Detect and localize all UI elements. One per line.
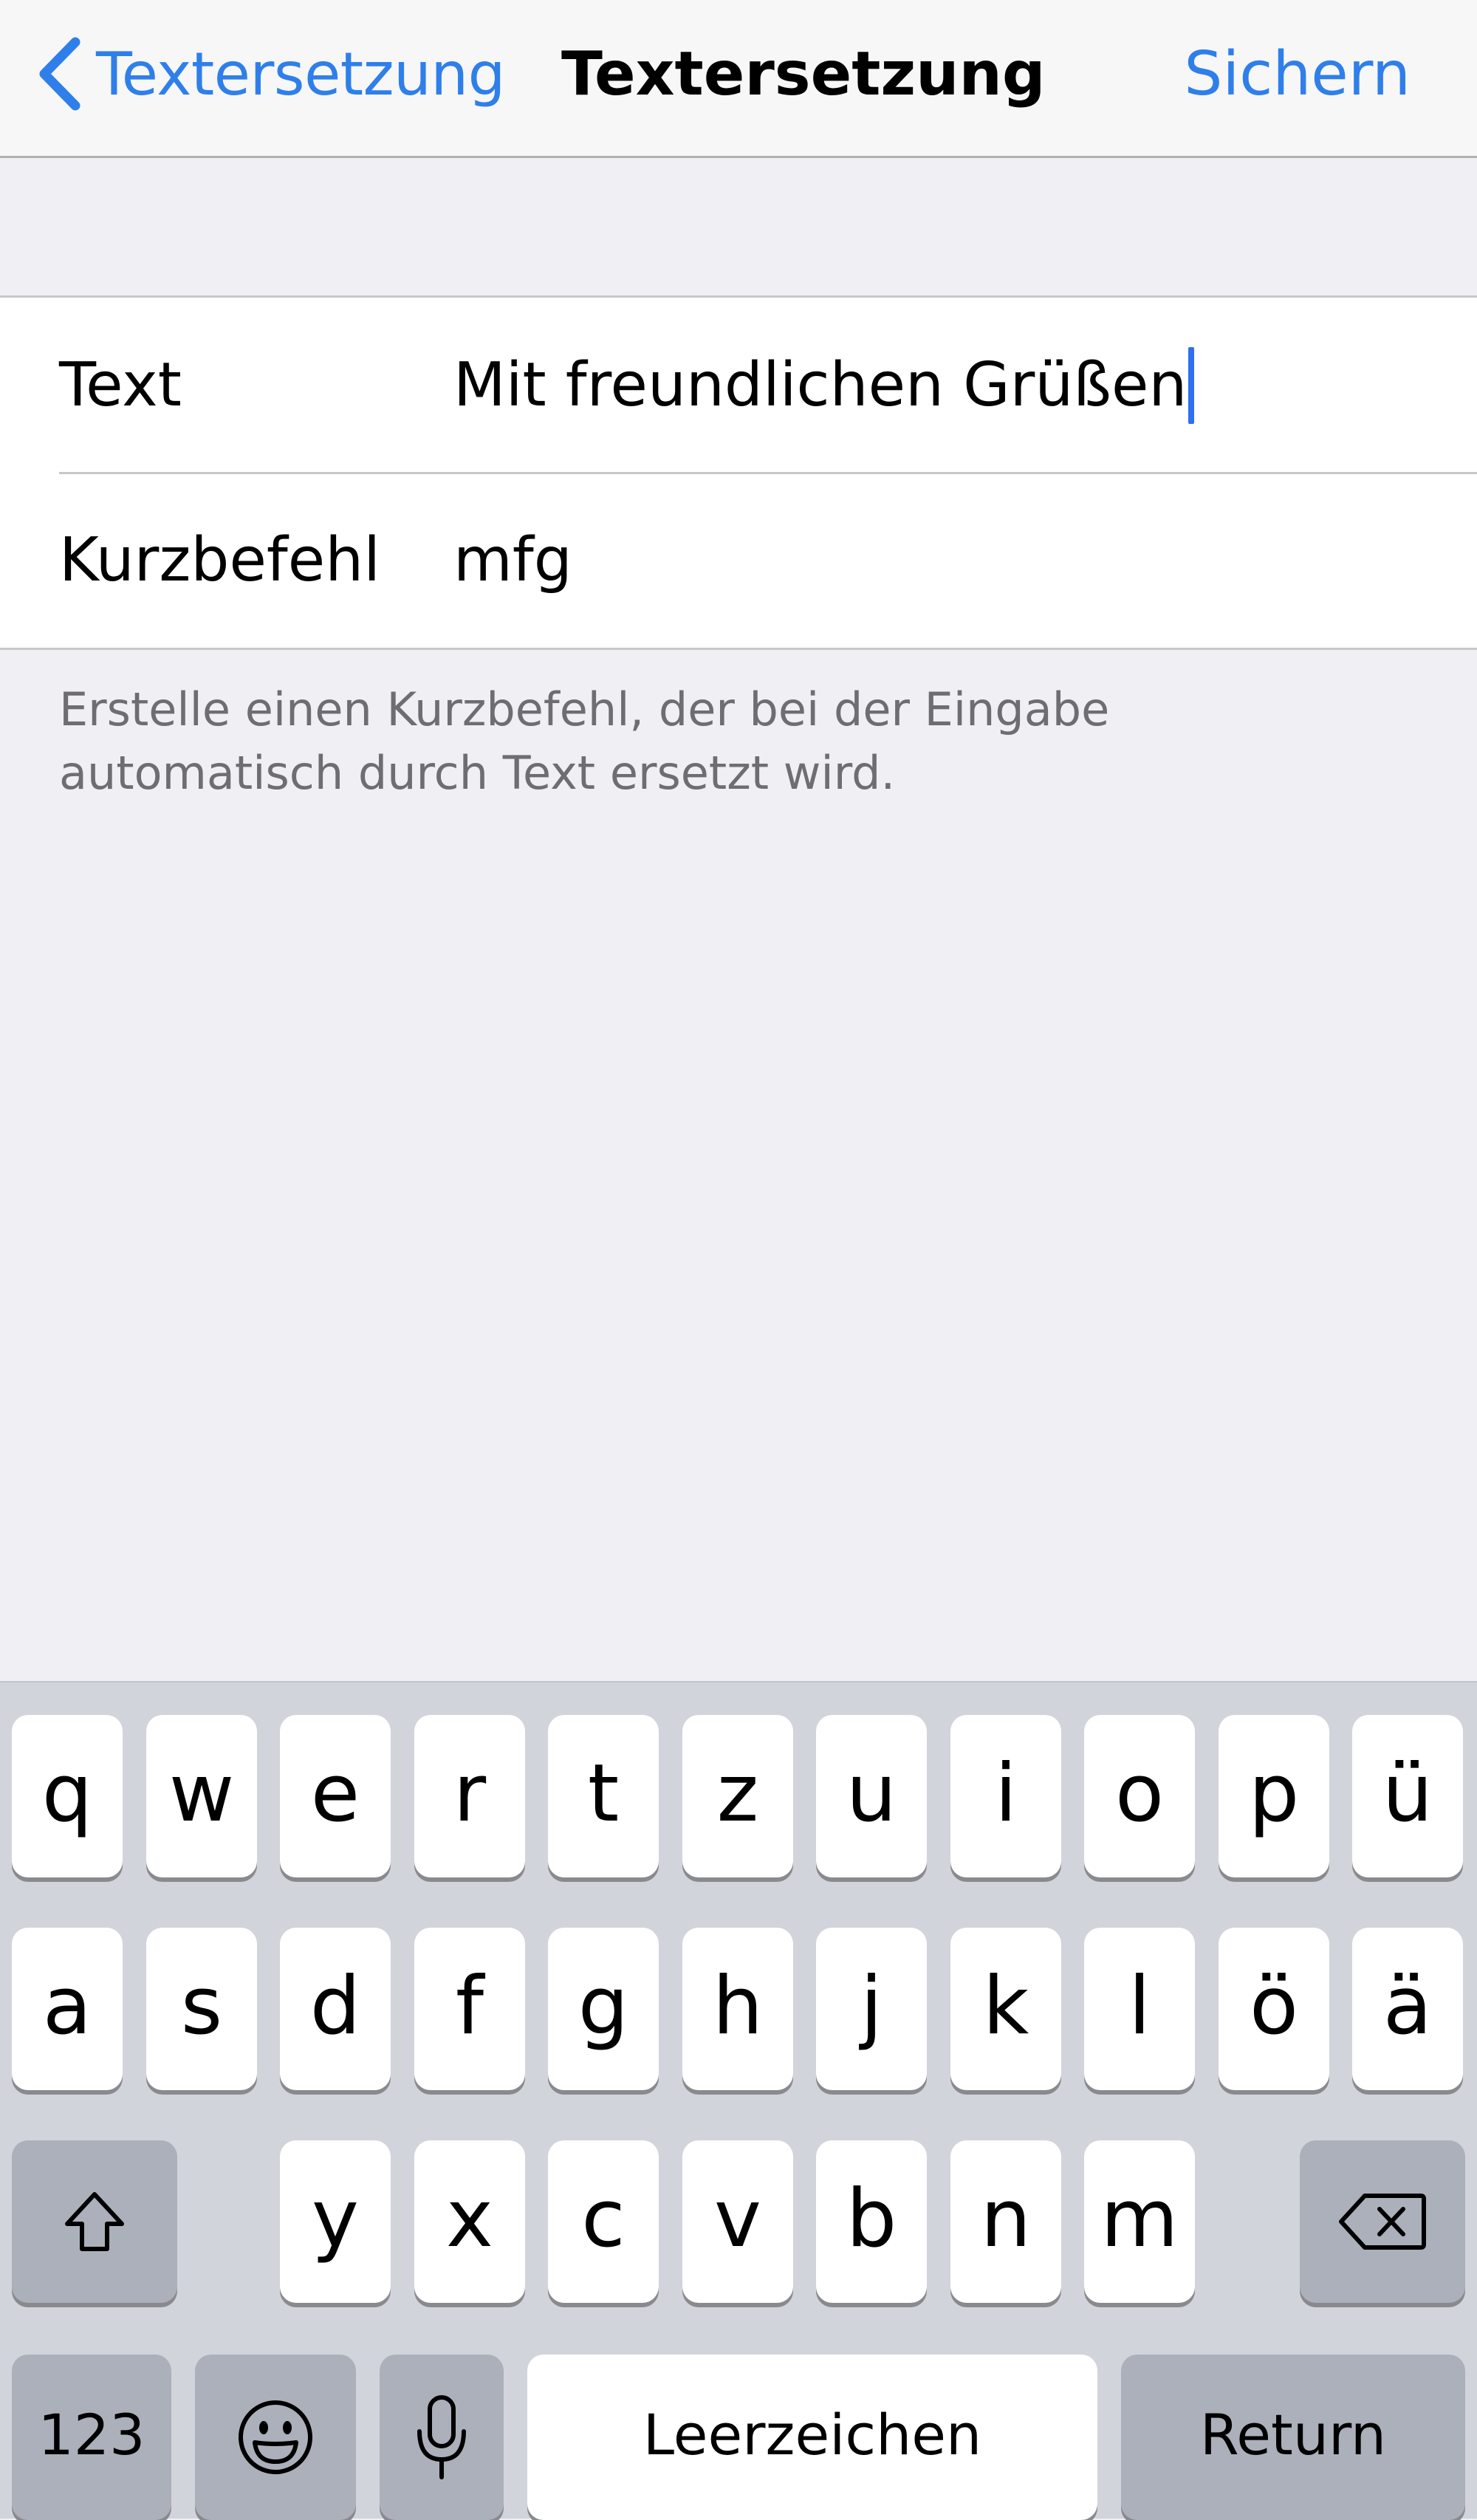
key-ö[interactable]: ö — [1219, 1928, 1329, 2090]
key-label: g — [578, 1959, 629, 2052]
return-key-label: Return — [1199, 2401, 1387, 2468]
chevron-left-icon — [39, 37, 80, 111]
save-button[interactable]: Sichern — [1184, 30, 1411, 118]
key-g[interactable]: g — [548, 1928, 659, 2090]
key-label: o — [1114, 1747, 1165, 1840]
key-label: s — [180, 1959, 223, 2052]
key-e[interactable]: e — [280, 1715, 391, 1877]
key-label: w — [168, 1747, 235, 1840]
key-label: t — [587, 1747, 620, 1840]
shortcut-row: Kurzbefehl mfg — [0, 473, 1477, 648]
key-o[interactable]: o — [1084, 1715, 1195, 1877]
key-h[interactable]: h — [682, 1928, 793, 2090]
key-label: ö — [1249, 1959, 1299, 2052]
back-button[interactable]: Textersetzung — [30, 30, 505, 118]
key-label: h — [712, 1959, 764, 2052]
space-key-label: Leerzeichen — [642, 2401, 982, 2468]
return-key[interactable]: Return — [1121, 2355, 1465, 2520]
back-button-label: Textersetzung — [96, 39, 505, 109]
shortcut-field[interactable]: mfg — [453, 473, 1447, 648]
key-d[interactable]: d — [280, 1928, 391, 2090]
form-footer-note: Erstelle einen Kurzbefehl, der bei der E… — [59, 682, 1110, 800]
numbers-key-label: 123 — [38, 2401, 145, 2468]
key-label: q — [41, 1747, 93, 1840]
key-label: b — [846, 2172, 897, 2265]
key-label: k — [982, 1959, 1029, 2052]
key-s[interactable]: s — [146, 1928, 257, 2090]
key-u[interactable]: u — [816, 1715, 927, 1877]
shift-icon — [65, 2192, 124, 2251]
key-label: n — [980, 2172, 1032, 2265]
keyboard: 123 Leerzeichen Return qwer t zu i opü asd f gh… — [0, 1681, 1477, 2520]
emoji-icon — [239, 2400, 312, 2474]
delete-key[interactable] — [1300, 2140, 1465, 2303]
key-label: j — [860, 1959, 883, 2052]
key-label: y — [312, 2172, 359, 2265]
key-label: a — [42, 1959, 92, 2052]
key-i[interactable]: i — [950, 1715, 1061, 1877]
key-label: ä — [1382, 1959, 1433, 2052]
key-k[interactable]: k — [950, 1928, 1061, 2090]
key-t[interactable]: t — [548, 1715, 659, 1877]
key-w[interactable]: w — [146, 1715, 257, 1877]
key-ä[interactable]: ä — [1352, 1928, 1463, 2090]
key-ü[interactable]: ü — [1352, 1715, 1463, 1877]
key-label: i — [994, 1747, 1017, 1840]
key-label: p — [1248, 1747, 1300, 1840]
navigation-bar: Textersetzung Textersetzung Sichern — [0, 0, 1477, 158]
replacement-form: Text Mit freundlichen Grüßen Kurzbefehl … — [0, 295, 1477, 650]
key-p[interactable]: p — [1219, 1715, 1329, 1877]
key-m[interactable]: m — [1084, 2140, 1195, 2303]
key-x[interactable]: x — [414, 2140, 525, 2303]
shortcut-label: Kurzbefehl — [59, 525, 380, 595]
text-label: Text — [59, 350, 182, 420]
key-label: d — [309, 1959, 361, 2052]
numbers-key[interactable]: 123 — [12, 2355, 171, 2520]
key-l[interactable]: l — [1084, 1928, 1195, 2090]
key-c[interactable]: c — [548, 2140, 659, 2303]
text-field[interactable]: Mit freundlichen Grüßen — [453, 298, 1447, 473]
key-r[interactable]: r — [414, 1715, 525, 1877]
key-z[interactable]: z — [682, 1715, 793, 1877]
space-key[interactable]: Leerzeichen — [527, 2355, 1097, 2520]
page-title: Textersetzung — [561, 38, 1046, 109]
text-field-value: Mit freundlichen Grüßen — [453, 350, 1188, 420]
microphone-icon — [417, 2395, 466, 2479]
key-label: c — [581, 2172, 626, 2265]
key-n[interactable]: n — [950, 2140, 1061, 2303]
key-label: ü — [1382, 1747, 1433, 1840]
key-y[interactable]: y — [280, 2140, 391, 2303]
key-label: v — [714, 2172, 761, 2265]
shift-key[interactable] — [12, 2140, 177, 2303]
delete-icon — [1339, 2194, 1426, 2250]
key-label: x — [446, 2172, 493, 2265]
key-label: e — [310, 1747, 360, 1840]
key-v[interactable]: v — [682, 2140, 793, 2303]
key-j[interactable]: j — [816, 1928, 927, 2090]
key-label: z — [716, 1747, 759, 1840]
text-cursor — [1188, 346, 1195, 424]
key-label: u — [846, 1747, 897, 1840]
key-label: r — [453, 1747, 487, 1840]
text-row: Text Mit freundlichen Grüßen — [0, 298, 1477, 474]
key-label: m — [1100, 2172, 1179, 2265]
key-q[interactable]: q — [12, 1715, 123, 1877]
key-label: f — [455, 1959, 484, 2052]
key-b[interactable]: b — [816, 2140, 927, 2303]
emoji-key[interactable] — [195, 2355, 356, 2520]
shortcut-field-value: mfg — [453, 525, 572, 595]
key-a[interactable]: a — [12, 1928, 123, 2090]
dictation-key[interactable] — [380, 2355, 504, 2520]
key-f[interactable]: f — [414, 1928, 525, 2090]
key-label: l — [1128, 1959, 1151, 2052]
